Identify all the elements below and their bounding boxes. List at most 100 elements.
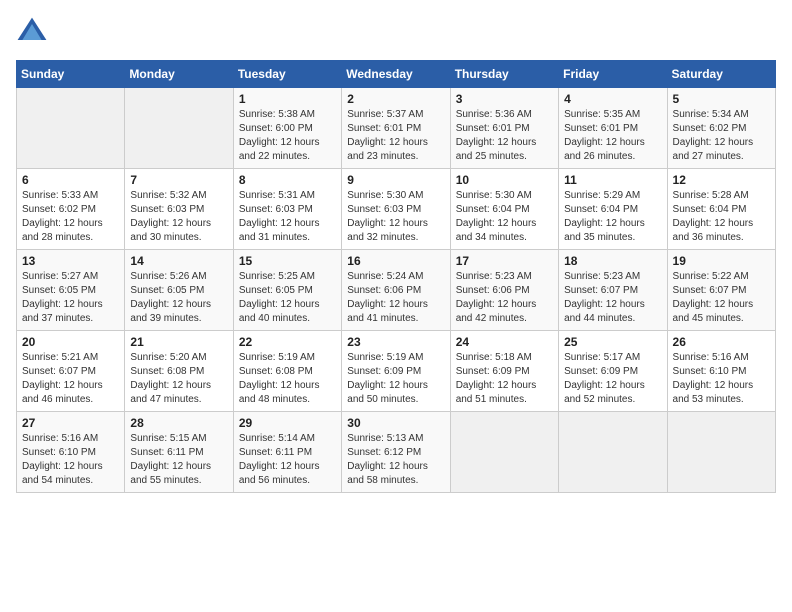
calendar-cell: 22 Sunrise: 5:19 AM Sunset: 6:08 PM Dayli… <box>233 331 341 412</box>
calendar-weekday-header: Sunday <box>17 61 125 88</box>
day-detail: Sunrise: 5:18 AM Sunset: 6:09 PM Dayligh… <box>456 351 553 407</box>
calendar-body: 1Sunrise: 5:38 AM Sunset: 6:00 PM Daylig… <box>17 88 776 493</box>
day-number: 16 <box>347 254 444 268</box>
calendar-cell: 18 Sunrise: 5:23 AM Sunset: 6:07 PM Dayli… <box>559 250 667 331</box>
calendar-cell: 10 Sunrise: 5:30 AM Sunset: 6:04 PM Dayli… <box>450 169 558 250</box>
day-number: 29 <box>239 416 336 430</box>
calendar-cell <box>125 88 233 169</box>
calendar-cell: 24 Sunrise: 5:18 AM Sunset: 6:09 PM Dayli… <box>450 331 558 412</box>
day-number: 13 <box>22 254 119 268</box>
day-detail: Sunrise: 5:27 AM Sunset: 6:05 PM Dayligh… <box>22 270 119 326</box>
calendar-cell: 21Sunrise: 5:20 AM Sunset: 6:08 PM Dayli… <box>125 331 233 412</box>
day-number: 28 <box>130 416 227 430</box>
day-number: 22 <box>239 335 336 349</box>
day-number: 19 <box>673 254 770 268</box>
day-detail: Sunrise: 5:36 AM Sunset: 6:01 PM Dayligh… <box>456 108 553 164</box>
day-detail: Sunrise: 5:16 AM Sunset: 6:10 PM Dayligh… <box>673 351 770 407</box>
calendar-cell <box>450 412 558 493</box>
day-detail: Sunrise: 5:21 AM Sunset: 6:07 PM Dayligh… <box>22 351 119 407</box>
day-number: 12 <box>673 173 770 187</box>
day-number: 17 <box>456 254 553 268</box>
calendar-week-row: 13 Sunrise: 5:27 AM Sunset: 6:05 PM Dayli… <box>17 250 776 331</box>
day-number: 20 <box>22 335 119 349</box>
day-number: 23 <box>347 335 444 349</box>
day-detail: Sunrise: 5:31 AM Sunset: 6:03 PM Dayligh… <box>239 189 336 245</box>
day-number: 21 <box>130 335 227 349</box>
day-detail: Sunrise: 5:14 AM Sunset: 6:11 PM Dayligh… <box>239 432 336 488</box>
calendar-weekday-header: Tuesday <box>233 61 341 88</box>
day-detail: Sunrise: 5:19 AM Sunset: 6:09 PM Dayligh… <box>347 351 444 407</box>
day-detail: Sunrise: 5:19 AM Sunset: 6:08 PM Dayligh… <box>239 351 336 407</box>
calendar-weekday-header: Monday <box>125 61 233 88</box>
day-number: 11 <box>564 173 661 187</box>
day-number: 14 <box>130 254 227 268</box>
day-number: 10 <box>456 173 553 187</box>
day-number: 5 <box>673 92 770 106</box>
day-detail: Sunrise: 5:23 AM Sunset: 6:07 PM Dayligh… <box>564 270 661 326</box>
calendar-weekday-header: Thursday <box>450 61 558 88</box>
logo-icon <box>16 16 48 48</box>
day-detail: Sunrise: 5:23 AM Sunset: 6:06 PM Dayligh… <box>456 270 553 326</box>
calendar-cell: 20 Sunrise: 5:21 AM Sunset: 6:07 PM Dayli… <box>17 331 125 412</box>
day-detail: Sunrise: 5:16 AM Sunset: 6:10 PM Dayligh… <box>22 432 119 488</box>
calendar-cell: 5Sunrise: 5:34 AM Sunset: 6:02 PM Daylig… <box>667 88 775 169</box>
calendar-cell: 12 Sunrise: 5:28 AM Sunset: 6:04 PM Dayli… <box>667 169 775 250</box>
calendar-cell: 8Sunrise: 5:31 AM Sunset: 6:03 PM Daylig… <box>233 169 341 250</box>
calendar-cell: 30 Sunrise: 5:13 AM Sunset: 6:12 PM Dayli… <box>342 412 450 493</box>
calendar-weekday-header: Saturday <box>667 61 775 88</box>
day-number: 30 <box>347 416 444 430</box>
calendar-cell: 1Sunrise: 5:38 AM Sunset: 6:00 PM Daylig… <box>233 88 341 169</box>
day-detail: Sunrise: 5:35 AM Sunset: 6:01 PM Dayligh… <box>564 108 661 164</box>
day-number: 3 <box>456 92 553 106</box>
day-number: 25 <box>564 335 661 349</box>
calendar-header-row: SundayMondayTuesdayWednesdayThursdayFrid… <box>17 61 776 88</box>
day-detail: Sunrise: 5:24 AM Sunset: 6:06 PM Dayligh… <box>347 270 444 326</box>
calendar-cell <box>667 412 775 493</box>
calendar-cell: 11 Sunrise: 5:29 AM Sunset: 6:04 PM Dayli… <box>559 169 667 250</box>
calendar-cell: 26 Sunrise: 5:16 AM Sunset: 6:10 PM Dayli… <box>667 331 775 412</box>
day-detail: Sunrise: 5:30 AM Sunset: 6:03 PM Dayligh… <box>347 189 444 245</box>
calendar-cell <box>17 88 125 169</box>
day-number: 1 <box>239 92 336 106</box>
calendar-cell: 4 Sunrise: 5:35 AM Sunset: 6:01 PM Daylig… <box>559 88 667 169</box>
day-detail: Sunrise: 5:29 AM Sunset: 6:04 PM Dayligh… <box>564 189 661 245</box>
calendar-cell: 25 Sunrise: 5:17 AM Sunset: 6:09 PM Dayli… <box>559 331 667 412</box>
day-number: 24 <box>456 335 553 349</box>
calendar-week-row: 20 Sunrise: 5:21 AM Sunset: 6:07 PM Dayli… <box>17 331 776 412</box>
day-detail: Sunrise: 5:28 AM Sunset: 6:04 PM Dayligh… <box>673 189 770 245</box>
day-detail: Sunrise: 5:15 AM Sunset: 6:11 PM Dayligh… <box>130 432 227 488</box>
day-number: 18 <box>564 254 661 268</box>
day-number: 9 <box>347 173 444 187</box>
calendar-cell: 28 Sunrise: 5:15 AM Sunset: 6:11 PM Dayli… <box>125 412 233 493</box>
calendar-cell: 9 Sunrise: 5:30 AM Sunset: 6:03 PM Daylig… <box>342 169 450 250</box>
calendar-cell: 29 Sunrise: 5:14 AM Sunset: 6:11 PM Dayli… <box>233 412 341 493</box>
day-number: 27 <box>22 416 119 430</box>
calendar-weekday-header: Wednesday <box>342 61 450 88</box>
calendar-cell <box>559 412 667 493</box>
day-number: 26 <box>673 335 770 349</box>
day-number: 2 <box>347 92 444 106</box>
day-detail: Sunrise: 5:30 AM Sunset: 6:04 PM Dayligh… <box>456 189 553 245</box>
calendar-cell: 13 Sunrise: 5:27 AM Sunset: 6:05 PM Dayli… <box>17 250 125 331</box>
calendar-cell: 17 Sunrise: 5:23 AM Sunset: 6:06 PM Dayli… <box>450 250 558 331</box>
day-number: 4 <box>564 92 661 106</box>
calendar-week-row: 1Sunrise: 5:38 AM Sunset: 6:00 PM Daylig… <box>17 88 776 169</box>
calendar-week-row: 27 Sunrise: 5:16 AM Sunset: 6:10 PM Dayli… <box>17 412 776 493</box>
calendar-week-row: 6 Sunrise: 5:33 AM Sunset: 6:02 PM Daylig… <box>17 169 776 250</box>
calendar-cell: 19Sunrise: 5:22 AM Sunset: 6:07 PM Dayli… <box>667 250 775 331</box>
page-header <box>16 16 776 48</box>
calendar-cell: 16 Sunrise: 5:24 AM Sunset: 6:06 PM Dayli… <box>342 250 450 331</box>
day-detail: Sunrise: 5:37 AM Sunset: 6:01 PM Dayligh… <box>347 108 444 164</box>
day-number: 6 <box>22 173 119 187</box>
calendar-cell: 7Sunrise: 5:32 AM Sunset: 6:03 PM Daylig… <box>125 169 233 250</box>
day-detail: Sunrise: 5:32 AM Sunset: 6:03 PM Dayligh… <box>130 189 227 245</box>
logo <box>16 16 52 48</box>
day-detail: Sunrise: 5:26 AM Sunset: 6:05 PM Dayligh… <box>130 270 227 326</box>
day-detail: Sunrise: 5:33 AM Sunset: 6:02 PM Dayligh… <box>22 189 119 245</box>
calendar-table: SundayMondayTuesdayWednesdayThursdayFrid… <box>16 60 776 493</box>
day-detail: Sunrise: 5:17 AM Sunset: 6:09 PM Dayligh… <box>564 351 661 407</box>
day-detail: Sunrise: 5:13 AM Sunset: 6:12 PM Dayligh… <box>347 432 444 488</box>
calendar-cell: 6 Sunrise: 5:33 AM Sunset: 6:02 PM Daylig… <box>17 169 125 250</box>
calendar-cell: 14 Sunrise: 5:26 AM Sunset: 6:05 PM Dayli… <box>125 250 233 331</box>
day-number: 15 <box>239 254 336 268</box>
